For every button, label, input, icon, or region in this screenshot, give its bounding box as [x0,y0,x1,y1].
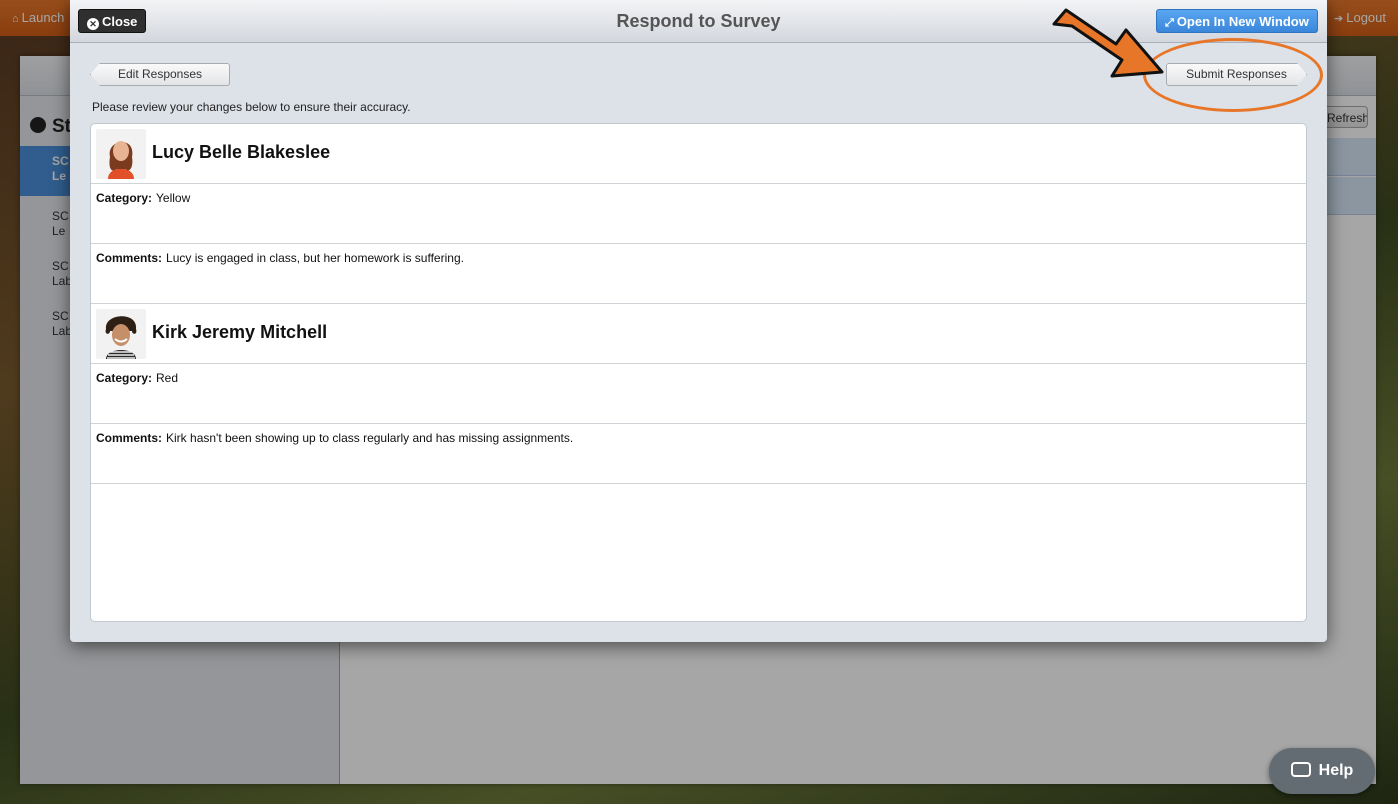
review-instructions: Please review your changes below to ensu… [92,100,411,114]
help-label: Help [1318,762,1354,779]
edit-responses-button[interactable]: Edit Responses [90,63,230,86]
chat-bubble-icon [1290,762,1311,777]
comments-value: Kirk hasn't been showing up to class reg… [166,431,574,445]
category-row: Category: Yellow [91,184,1306,244]
category-label: Category: [96,191,153,205]
close-circle-icon: ✕ [87,18,99,30]
category-value: Red [156,371,179,385]
open-new-window-label: Open In New Window [1176,14,1309,29]
student-name: Lucy Belle Blakeslee [152,142,331,162]
category-row: Category: Red [91,364,1306,424]
comments-value: Lucy is engaged in class, but her homewo… [166,251,464,265]
responses-list: Lucy Belle Blakeslee Category: Yellow Com… [90,123,1307,622]
avatar [96,129,146,179]
student-name: Kirk Jeremy Mitchell [152,322,328,342]
open-new-window-button[interactable]: ⤢ Open In New Window [1156,9,1318,33]
respond-survey-modal: Respond to Survey ✕ Close ⤢ Open In New Wi… [70,0,1327,642]
comments-label: Comments: [96,251,163,265]
category-label: Category: [96,371,153,385]
close-button[interactable]: ✕ Close [78,9,147,33]
help-button[interactable]: Help [1269,748,1375,794]
annotation-arrow-icon [1052,8,1164,78]
comments-row: Comments: Kirk hasn't been showing up to … [91,424,1306,484]
close-label: Close [102,14,138,29]
avatar [96,309,146,359]
comments-row: Comments: Lucy is engaged in class, but h… [91,244,1306,304]
category-value: Yellow [156,191,191,205]
student-header-row: Kirk Jeremy Mitchell [91,304,1306,364]
student-header-row: Lucy Belle Blakeslee [91,124,1306,184]
comments-label: Comments: [96,431,163,445]
